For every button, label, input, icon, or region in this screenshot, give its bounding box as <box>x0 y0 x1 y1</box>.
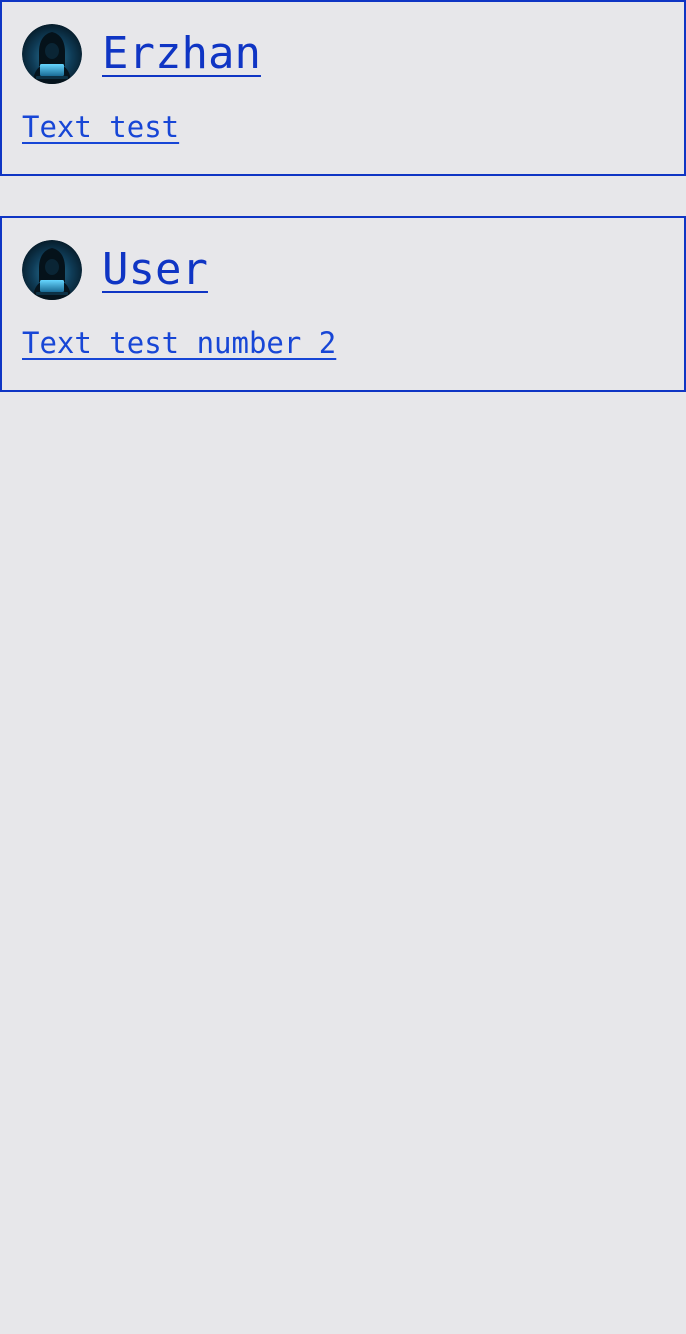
author-name-link[interactable]: Erzhan <box>102 32 261 76</box>
post-header: User <box>22 240 664 300</box>
hooded-hacker-avatar-icon <box>22 24 82 84</box>
post-text-link[interactable]: Text test <box>22 111 179 144</box>
hooded-hacker-avatar-icon <box>22 240 82 300</box>
avatar[interactable] <box>22 240 82 300</box>
post-feed: Erzhan Text test User Text test number 2 <box>0 0 686 392</box>
post-card: Erzhan Text test <box>0 0 686 176</box>
post-header: Erzhan <box>22 24 664 84</box>
avatar[interactable] <box>22 24 82 84</box>
post-card: User Text test number 2 <box>0 216 686 392</box>
post-text-link[interactable]: Text test number 2 <box>22 327 336 360</box>
author-name-link[interactable]: User <box>102 248 208 292</box>
